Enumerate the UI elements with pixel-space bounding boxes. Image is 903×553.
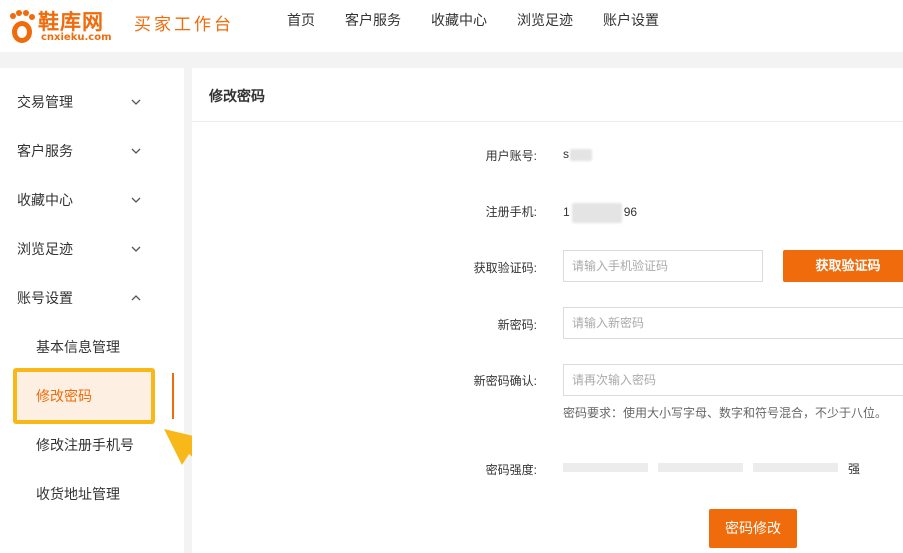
password-strength-label: 密码强度:: [485, 463, 537, 477]
new-password-label: 新密码:: [497, 318, 537, 332]
sidebar-group-history[interactable]: 浏览足迹: [0, 224, 184, 273]
account-label: 用户账号:: [485, 149, 537, 163]
top-nav: 首页 客户服务 收藏中心 浏览足迹 账户设置: [272, 0, 674, 40]
verification-code-input[interactable]: [563, 250, 763, 282]
strength-bar-weak: [563, 463, 648, 472]
logo-domain: cnxieku.com: [41, 32, 112, 43]
sidebar-item-change-password[interactable]: 修改密码: [0, 371, 184, 420]
site-logo[interactable]: 鞋库网 cnxieku.com: [8, 6, 123, 46]
nav-customer-service[interactable]: 客户服务: [345, 10, 401, 30]
strength-level-text: 强: [848, 462, 861, 476]
get-code-button[interactable]: 获取验证码: [783, 250, 903, 282]
sidebar-group-label: 收藏中心: [17, 191, 73, 208]
sidebar-item-shipping-address[interactable]: 收货地址管理: [0, 469, 184, 518]
sidebar-group-label: 账号设置: [17, 289, 73, 306]
page-title: 修改密码: [209, 88, 265, 104]
sidebar-item-label: 收货地址管理: [36, 485, 120, 502]
sidebar-group-transactions[interactable]: 交易管理: [0, 77, 184, 126]
new-password-input[interactable]: [563, 307, 903, 339]
sidebar-group-label: 浏览足迹: [17, 240, 73, 257]
top-header: 鞋库网 cnxieku.com 买家工作台 首页 客户服务 收藏中心 浏览足迹 …: [0, 0, 903, 52]
confirm-password-input[interactable]: [563, 364, 903, 396]
sidebar-group-customer-service[interactable]: 客户服务: [0, 126, 184, 175]
nav-favorites[interactable]: 收藏中心: [431, 10, 487, 30]
verification-code-label: 获取验证码:: [473, 261, 537, 275]
sidebar-item-label: 修改注册手机号: [36, 436, 134, 453]
sidebar-item-label: 修改密码: [36, 387, 92, 404]
sidebar-group-label: 客户服务: [17, 142, 73, 159]
chevron-down-icon: [131, 197, 141, 203]
confirm-password-label: 新密码确认:: [473, 374, 537, 388]
nav-account-settings[interactable]: 账户设置: [603, 10, 659, 30]
account-value: s: [563, 147, 592, 161]
chevron-down-icon: [131, 148, 141, 154]
strength-bar-strong: [753, 463, 838, 472]
phone-label: 注册手机:: [485, 205, 537, 219]
sidebar: 交易管理 客户服务 收藏中心 浏览足迹 账号设置 基本信息管理 修改密码 修改注…: [0, 68, 184, 553]
sidebar-group-favorites[interactable]: 收藏中心: [0, 175, 184, 224]
sidebar-item-label: 基本信息管理: [36, 338, 120, 355]
divider: [192, 121, 903, 122]
strength-bar-medium: [658, 463, 743, 472]
nav-home[interactable]: 首页: [287, 10, 315, 30]
sidebar-group-label: 交易管理: [17, 93, 73, 110]
sidebar-group-account-settings[interactable]: 账号设置: [0, 273, 184, 322]
site-title: 买家工作台: [134, 15, 234, 35]
chevron-down-icon: [131, 99, 141, 105]
active-indicator-bar: [172, 373, 174, 419]
nav-history[interactable]: 浏览足迹: [517, 10, 573, 30]
main-panel: 修改密码 用户账号: s 注册手机: 196 获取验证码: 获取验证码 新密码:…: [192, 68, 903, 553]
change-password-button[interactable]: 密码修改: [709, 509, 797, 548]
chevron-up-icon: [131, 294, 141, 300]
phone-value: 1 96: [563, 203, 637, 223]
sidebar-item-basic-info[interactable]: 基本信息管理: [0, 322, 184, 371]
chevron-down-icon: [131, 246, 141, 252]
password-requirement-hint: 密码要求：使用大小写字母、数字和符号混合，不少于八位。: [563, 406, 888, 420]
sidebar-item-change-phone[interactable]: 修改注册手机号: [0, 420, 184, 469]
logo-footprint-icon: [10, 10, 35, 43]
